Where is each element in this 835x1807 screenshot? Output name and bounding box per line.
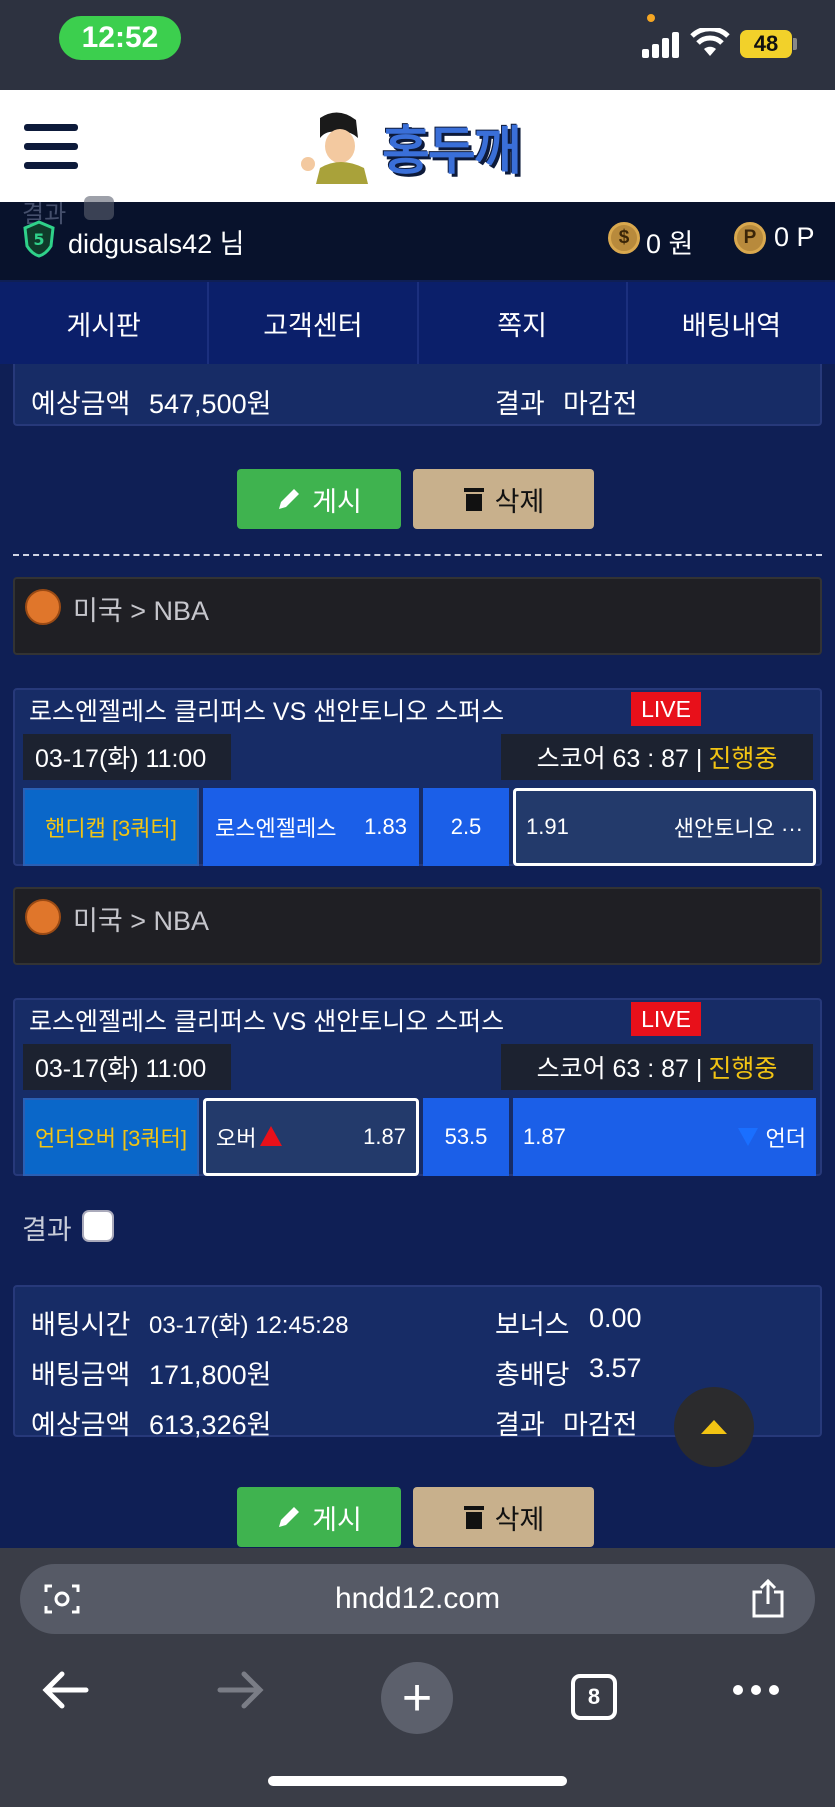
tab-messages[interactable]: 쪽지 [419, 282, 628, 364]
logo-text: 홍두깨 [382, 121, 522, 182]
bet-type: 언더오버 [3쿼터] [23, 1098, 199, 1176]
tab-customer-center[interactable]: 고객센터 [209, 282, 419, 364]
delete-button[interactable]: 삭제 [413, 1487, 594, 1547]
league-label: 미국 > NBA [73, 596, 210, 626]
share-icon[interactable] [750, 1578, 786, 1618]
svg-text:5: 5 [33, 230, 44, 249]
menu-icon[interactable] [24, 124, 78, 170]
caret-up-icon [701, 1420, 727, 1434]
over-odds-button[interactable]: 오버 1.87 [203, 1098, 419, 1176]
scroll-to-top-button[interactable] [674, 1387, 754, 1467]
result-value: 마감전 [563, 389, 638, 419]
result-label: 결과 [495, 1410, 545, 1440]
level-shield-icon: 5 [23, 220, 55, 258]
back-arrow-icon[interactable] [40, 1668, 90, 1712]
bet-divider [13, 554, 822, 556]
bonus-value: 0.00 [589, 1303, 642, 1333]
over-arrow-icon [260, 1126, 283, 1146]
result-value: 마감전 [563, 1410, 638, 1440]
post-button[interactable]: 게시 [237, 1487, 401, 1547]
expected-amount-value: 613,326원 [149, 1410, 272, 1440]
post-button-label: 게시 [312, 486, 362, 517]
match-score: 스코어 63 : 87 | 진행중 [501, 1044, 813, 1090]
money-balance: 0 원 [646, 229, 694, 259]
away-odds-button[interactable]: 1.91 샌안토니오 ··· [513, 788, 816, 866]
main-nav: 게시판 고객센터 쪽지 배팅내역 [0, 282, 835, 364]
league-label: 미국 > NBA [73, 906, 210, 936]
match-card: 로스엔젤레스 클리퍼스 VS 샌안토니오 스퍼스 LIVE 03-17(화) 1… [13, 998, 822, 1176]
bet-summary-panel: 예상금액 547,500원 결과 마감전 [13, 364, 822, 426]
delete-button-label: 삭제 [494, 1504, 545, 1535]
browser-toolbar: hndd12.com + 8 [0, 1548, 835, 1807]
battery-tip [793, 38, 797, 50]
url-text: hndd12.com [334, 1582, 501, 1615]
wifi-icon [690, 28, 730, 56]
basketball-icon [25, 589, 61, 625]
league-header: 미국 > NBA [13, 887, 822, 965]
cellular-signal-icon [642, 30, 682, 58]
post-button[interactable]: 게시 [237, 469, 401, 529]
result-checkbox[interactable] [82, 1210, 114, 1242]
total-line[interactable]: 53.5 [423, 1098, 509, 1176]
username[interactable]: didgusals42 님 [68, 222, 244, 261]
expected-amount-label: 예상금액 [31, 389, 131, 419]
bonus-label: 보너스 [495, 1310, 570, 1340]
result-filter-label: 결과 [22, 1215, 72, 1245]
match-date: 03-17(화) 11:00 [23, 1044, 231, 1090]
status-bar: 12:52 48 [0, 0, 835, 90]
live-badge: LIVE [631, 692, 701, 726]
tab-board[interactable]: 게시판 [0, 282, 210, 364]
trash-icon [463, 488, 484, 511]
match-date: 03-17(화) 11:00 [23, 734, 231, 780]
money-coin-icon: $ [608, 222, 640, 254]
address-bar[interactable]: hndd12.com [20, 1564, 815, 1634]
expected-amount-value: 547,500원 [149, 389, 272, 419]
tab-bet-history[interactable]: 배팅내역 [628, 282, 835, 364]
bet-history-list: 예상금액 547,500원 결과 마감전 게시 삭제 미국 > NBA 로스엔젤… [0, 364, 835, 1548]
match-card: 로스엔젤레스 클리퍼스 VS 샌안토니오 스퍼스 LIVE 03-17(화) 1… [13, 688, 822, 866]
pencil-icon [279, 1507, 300, 1527]
under-arrow-icon [737, 1128, 758, 1146]
site-header: 홍두깨 [0, 90, 835, 202]
delete-button-label: 삭제 [494, 486, 545, 517]
bet-time-value: 03-17(화) 12:45:28 [149, 1312, 349, 1339]
handicap-line[interactable]: 2.5 [423, 788, 509, 866]
total-odds-label: 총배당 [495, 1360, 570, 1390]
new-tab-button[interactable]: + [381, 1662, 453, 1734]
point-balance: 0 P [774, 222, 815, 252]
status-time: 12:52 [59, 16, 181, 60]
site-logo[interactable]: 홍두깨 [298, 108, 538, 184]
trash-icon [463, 1506, 484, 1529]
live-badge: LIVE [631, 1002, 701, 1036]
under-odds-button[interactable]: 1.87 언더 [513, 1098, 816, 1176]
home-odds-button[interactable]: 로스엔젤레스 1.83 [203, 788, 419, 866]
bet-amount-value: 171,800원 [149, 1360, 272, 1390]
point-coin-icon: P [734, 222, 766, 254]
odds-row: 핸디캡 [3쿼터] 로스엔젤레스 1.83 2.5 1.91 샌안토니오 ··· [23, 788, 816, 866]
total-odds-value: 3.57 [589, 1353, 642, 1383]
bet-time-label: 배팅시간 [31, 1310, 131, 1340]
expected-amount-label: 예상금액 [31, 1410, 131, 1440]
more-options-icon[interactable] [732, 1684, 780, 1696]
league-header: 미국 > NBA [13, 577, 822, 655]
home-indicator [268, 1776, 567, 1786]
forward-arrow-icon [217, 1671, 264, 1709]
bet-amount-label: 배팅금액 [31, 1360, 131, 1390]
result-label: 결과 [495, 389, 545, 419]
privacy-indicator-dot [647, 14, 655, 22]
logo-character-icon [301, 112, 368, 184]
post-button-label: 게시 [312, 1504, 362, 1535]
battery-icon: 48 [740, 30, 792, 58]
faded-result-checkbox [84, 196, 114, 220]
pencil-icon [279, 489, 300, 509]
match-title: 로스엔젤레스 클리퍼스 VS 샌안토니오 스퍼스 [29, 1008, 505, 1036]
odds-row: 언더오버 [3쿼터] 오버 1.87 53.5 1.87 언더 [23, 1098, 816, 1176]
match-title: 로스엔젤레스 클리퍼스 VS 샌안토니오 스퍼스 [29, 698, 505, 726]
tabs-count-button[interactable]: 8 [571, 1674, 617, 1720]
match-score: 스코어 63 : 87 | 진행중 [501, 734, 813, 780]
basketball-icon [25, 899, 61, 935]
delete-button[interactable]: 삭제 [413, 469, 594, 529]
bet-type: 핸디캡 [3쿼터] [23, 788, 199, 866]
